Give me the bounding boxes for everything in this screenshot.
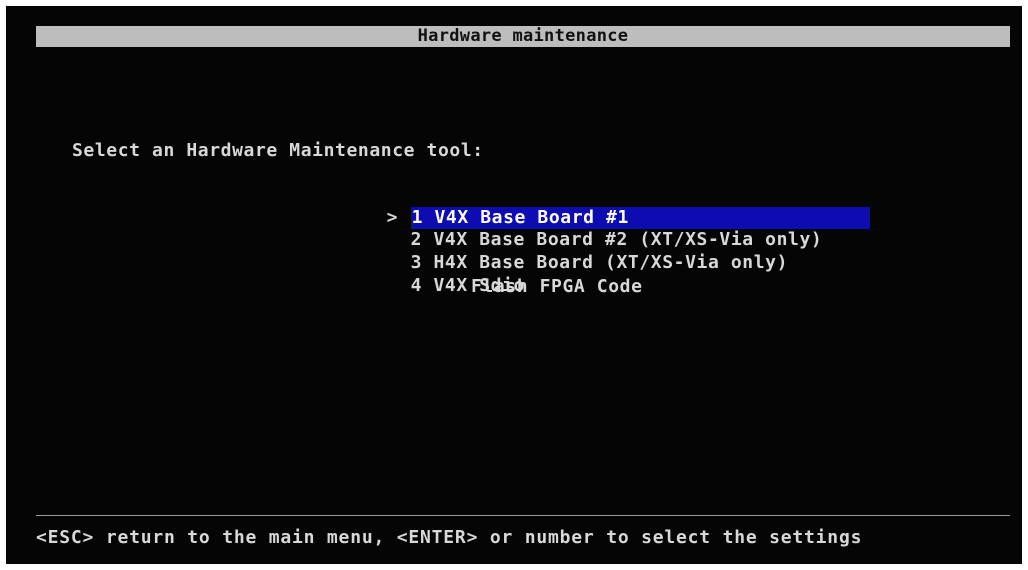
- key-help-footer: <ESC> return to the main menu, <ENTER> o…: [36, 527, 863, 548]
- bios-screen: Hardware maintenance Select an Hardware …: [6, 6, 1022, 564]
- menu-prompt: Select an Hardware Maintenance tool:: [72, 140, 484, 161]
- menu-item-h4x-base-board[interactable]: 3 H4X Base Board (XT/XS-Via only): [318, 230, 788, 273]
- footer-divider: [36, 515, 1010, 516]
- menu-item-v4x-base-board-1[interactable]: >1 V4X Base Board #1: [318, 185, 870, 229]
- menu-item-v4x-sdio[interactable]: 4 V4X Sdio: [318, 253, 525, 296]
- screen-title: Hardware maintenance: [36, 26, 1010, 47]
- menu-item-flash-fpga-code[interactable]: Flash FPGA Code: [471, 276, 643, 298]
- menu-item-v4x-base-board-2[interactable]: 2 V4X Base Board #2 (XT/XS-Via only): [318, 207, 822, 250]
